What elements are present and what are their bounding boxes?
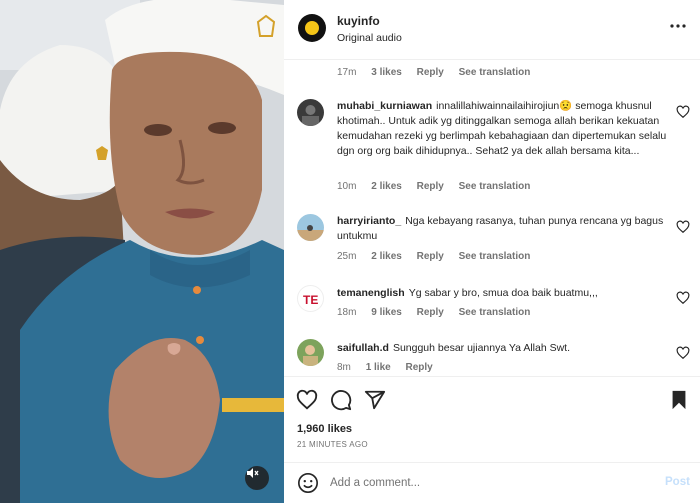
commenter-avatar[interactable] [297, 99, 324, 126]
comment-likes[interactable]: 2 likes [371, 181, 402, 192]
comment-likes[interactable]: 9 likes [371, 307, 402, 318]
see-translation-button[interactable]: See translation [459, 67, 531, 78]
post-header: kuyinfo Original audio [284, 0, 700, 60]
heart-icon[interactable] [676, 346, 690, 360]
reply-button[interactable]: Reply [417, 251, 444, 262]
post-actions: 1,960 likes 21 MINUTES AGO [284, 376, 700, 466]
commenter-avatar[interactable] [297, 339, 324, 366]
heart-icon[interactable] [676, 105, 690, 119]
comment-body: muhabi_kurniawan innalillahiwainnailaihir… [337, 99, 667, 159]
comment-time: 8m [337, 362, 351, 373]
comment-likes[interactable]: 2 likes [371, 251, 402, 262]
bookmark-icon[interactable] [668, 389, 690, 411]
comment-text: Yg sabar y bro, smua doa baik buatmu,,, [408, 287, 598, 299]
commenter-username[interactable]: temanenglish [337, 287, 405, 299]
more-options-icon [670, 24, 686, 28]
commenter-username[interactable]: muhabi_kurniawan [337, 100, 432, 112]
comment-meta: 8m 1 like Reply [337, 362, 445, 373]
heart-icon[interactable] [296, 389, 318, 411]
mute-button[interactable] [245, 466, 269, 490]
commenter-username[interactable]: saifullah.d [337, 342, 389, 354]
commenter-avatar[interactable] [297, 214, 324, 241]
svg-text:TE: TE [303, 293, 318, 307]
comment-meta: 25m 2 likes Reply See translation [337, 251, 542, 262]
comment-meta: 18m 9 likes Reply See translation [337, 307, 542, 318]
video-frame [0, 0, 284, 503]
reply-button[interactable]: Reply [417, 67, 444, 78]
audio-label[interactable]: Original audio [337, 32, 402, 44]
post-video[interactable] [0, 0, 284, 503]
comment-likes[interactable]: 1 like [366, 362, 391, 373]
comment-body: temanenglish Yg sabar y bro, smua doa bai… [337, 286, 667, 301]
comment-time: 10m [337, 181, 357, 192]
comment-likes[interactable]: 3 likes [371, 67, 402, 78]
see-translation-button[interactable]: See translation [459, 307, 531, 318]
share-icon[interactable] [364, 389, 386, 411]
comment-body: harryirianto_ Nga kebayang rasanya, tuhan… [337, 214, 667, 244]
post-comment-button[interactable]: Post [665, 476, 690, 488]
emoji-icon[interactable] [297, 472, 319, 494]
post-details-panel: kuyinfo Original audio 17m 3 likes Reply… [284, 0, 700, 503]
comment-icon[interactable] [330, 389, 352, 411]
comment-time: 18m [337, 307, 357, 318]
see-translation-button[interactable]: See translation [459, 251, 531, 262]
add-comment-bar: Post [284, 462, 700, 503]
author-avatar[interactable] [298, 14, 326, 42]
comment-meta: 10m 2 likes Reply See translation [337, 181, 542, 192]
see-translation-button[interactable]: See translation [459, 181, 531, 192]
comment-body: saifullah.d Sungguh besar ujiannya Ya All… [337, 341, 667, 356]
author-username[interactable]: kuyinfo [337, 14, 380, 28]
comment-input[interactable] [330, 473, 630, 493]
more-options-button[interactable] [668, 16, 688, 36]
heart-icon[interactable] [676, 291, 690, 305]
post-timestamp: 21 MINUTES AGO [297, 440, 368, 449]
reply-button[interactable]: Reply [417, 307, 444, 318]
like-count[interactable]: 1,960 likes [297, 423, 352, 435]
comment-time: 17m [337, 67, 357, 78]
comment-text: Sungguh besar ujiannya Ya Allah Swt. [392, 342, 571, 354]
reply-button[interactable]: Reply [406, 362, 433, 373]
reply-button[interactable]: Reply [417, 181, 444, 192]
comment-meta: 17m 3 likes Reply See translation [337, 67, 542, 78]
heart-icon[interactable] [676, 220, 690, 234]
commenter-avatar[interactable]: TE [297, 285, 324, 312]
mute-icon [247, 468, 259, 478]
comment-time: 25m [337, 251, 357, 262]
comment-list[interactable]: 17m 3 likes Reply See translation muhabi… [284, 61, 700, 376]
commenter-username[interactable]: harryirianto_ [337, 215, 401, 227]
